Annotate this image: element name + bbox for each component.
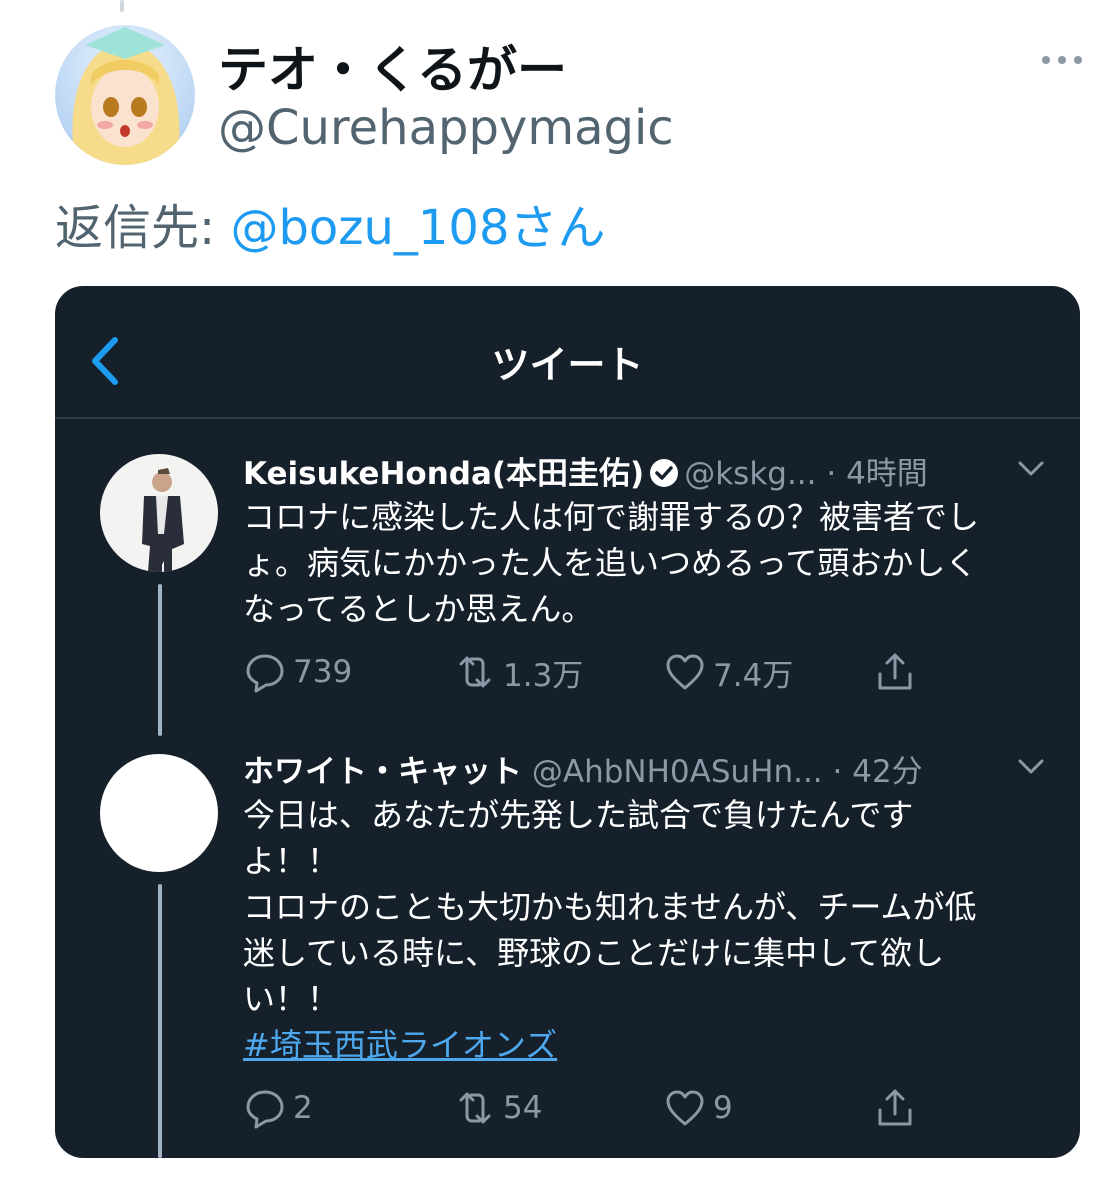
tweet-header: ホワイト・キャット @AhbNH0ASuHn... · 42分 <box>243 746 1053 790</box>
hashtag-link[interactable]: #埼玉西武ライオンズ <box>243 1026 557 1064</box>
retweet-button[interactable]: 54 <box>453 1084 542 1132</box>
replying-to: 返信先: @bozu_108さん <box>55 188 606 258</box>
like-count: 9 <box>713 1090 733 1126</box>
retweet-icon <box>459 1092 491 1124</box>
chevron-down-icon[interactable] <box>1017 460 1045 478</box>
thread-connector <box>120 0 124 12</box>
tweet-text-line: ょ。病気にかかった人を追いつめるって頭おかしく <box>243 544 978 582</box>
like-button[interactable]: 7.4万 <box>663 648 793 696</box>
reply-count: 2 <box>293 1090 313 1126</box>
timestamp[interactable]: · 4時間 <box>826 456 927 492</box>
reply-icon <box>246 1090 284 1129</box>
display-name[interactable]: ホワイト・キャット <box>243 754 522 790</box>
share-icon <box>878 653 912 690</box>
like-count: 7.4万 <box>713 657 794 694</box>
tweet-text-line: 迷している時に、野球のことだけに集中して欲し <box>243 934 945 972</box>
timestamp[interactable]: · 42分 <box>833 754 923 790</box>
share-button[interactable] <box>873 648 917 696</box>
reply-to-link[interactable]: @bozu_108さん <box>230 200 605 256</box>
reply-count: 739 <box>293 654 353 690</box>
retweet-icon <box>459 656 491 688</box>
tweet-text-line: い！！ <box>243 980 340 1018</box>
avatar[interactable] <box>55 25 195 165</box>
heart-icon <box>666 654 704 690</box>
divider <box>55 417 1080 419</box>
tweet-header: KeisukeHonda(本田圭佑) @kskg... · 4時間 <box>243 448 1053 492</box>
embedded-screenshot[interactable]: ツイート KeisukeHonda(本田圭佑) @kskg... · 4時間 コロ… <box>55 286 1080 1158</box>
verified-badge-icon <box>648 457 680 489</box>
avatar[interactable] <box>100 454 218 572</box>
tweet-text-line: よ！！ <box>243 842 340 880</box>
avatar[interactable] <box>100 754 218 872</box>
tweet-text-line: コロナのことも大切かも知れませんが、チームが低 <box>243 888 977 926</box>
reply-button[interactable]: 2 <box>243 1084 313 1132</box>
tweet-text-line: コロナに感染した人は何で謝罪するの？被害者でし <box>243 498 980 536</box>
reply-prefix-label: 返信先: <box>55 200 231 256</box>
tweet-actions: 739 1.3万 7.4万 <box>243 648 1043 696</box>
user-handle[interactable]: @AhbNH0ASuHn... <box>532 754 823 790</box>
tweet-text-line: なってるとしか思えん。 <box>243 590 594 628</box>
user-handle[interactable]: @Curehappymagic <box>218 100 674 156</box>
chevron-down-icon[interactable] <box>1017 758 1045 776</box>
tweet-actions: 2 54 9 <box>243 1084 1043 1132</box>
share-button[interactable] <box>873 1084 917 1132</box>
tweet-text-line: 今日は、あなたが先発した試合で負けたんです <box>243 796 914 834</box>
reply-icon <box>246 654 284 693</box>
retweet-button[interactable]: 1.3万 <box>453 648 583 696</box>
tweet-text: 今日は、あなたが先発した試合で負けたんです よ！！ コロナのことも大切かも知れま… <box>243 792 1043 1068</box>
retweet-count: 54 <box>503 1090 543 1126</box>
share-icon <box>878 1089 912 1126</box>
thread-connector <box>158 884 162 1158</box>
user-handle[interactable]: @kskg... <box>684 456 816 492</box>
reply-button[interactable]: 739 <box>243 648 352 696</box>
display-name[interactable]: KeisukeHonda(本田圭佑) <box>243 456 644 492</box>
retweet-count: 1.3万 <box>503 657 584 694</box>
display-name[interactable]: テオ・くるがー <box>218 30 567 102</box>
tweet-page: テオ・くるがー @Curehappymagic 返信先: @bozu_108さん… <box>0 0 1101 1200</box>
like-button[interactable]: 9 <box>663 1084 733 1132</box>
more-horizontal-icon[interactable] <box>1038 48 1086 72</box>
heart-icon <box>666 1090 704 1126</box>
thread-connector <box>158 584 162 736</box>
tweet-text: コロナに感染した人は何で謝罪するの？被害者でし ょ。病気にかかった人を追いつめる… <box>243 494 1043 632</box>
page-title: ツイート <box>491 343 644 387</box>
